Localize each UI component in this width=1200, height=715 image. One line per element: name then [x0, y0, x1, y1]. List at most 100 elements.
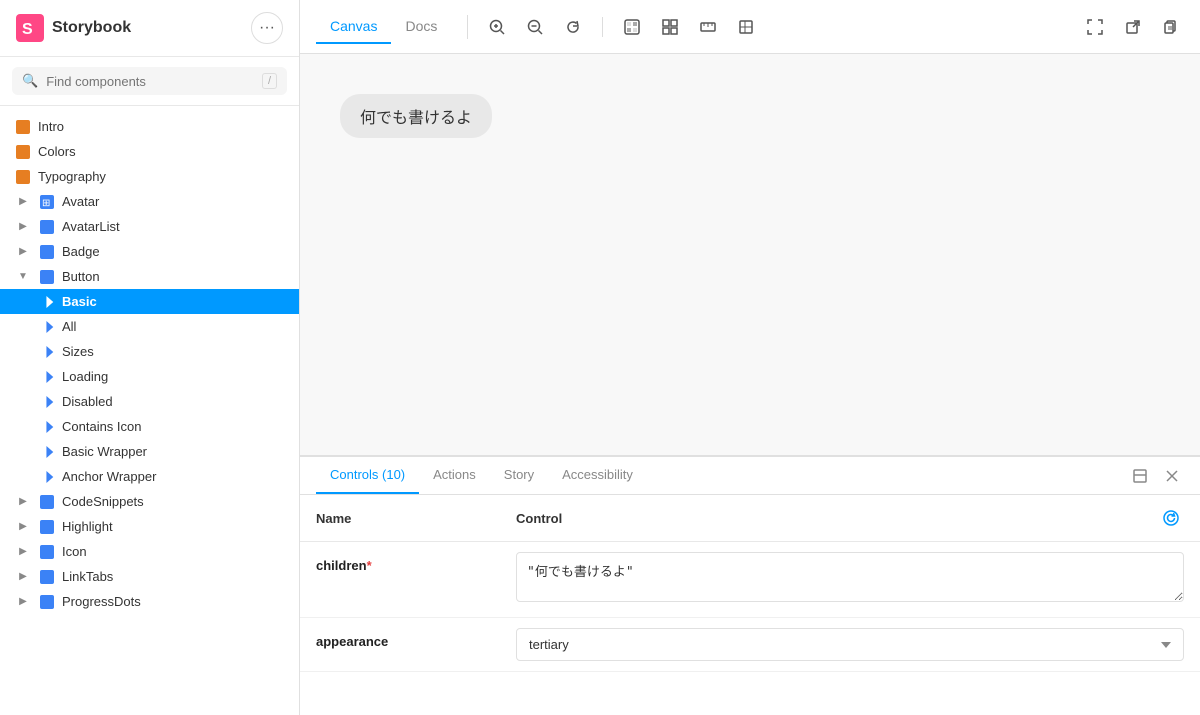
panel-tab-controls[interactable]: Controls (10) [316, 457, 419, 494]
sidebar-item-highlight[interactable]: ▶ Highlight [0, 514, 299, 539]
chevron-right-icon: ▶ [16, 595, 30, 609]
sidebar-item-button-anchor-wrapper[interactable]: Anchor Wrapper [0, 464, 299, 489]
background-button[interactable] [619, 14, 645, 40]
story-icon-basic-wrapper [44, 446, 54, 458]
control-value-appearance: primary secondary tertiary [516, 628, 1184, 661]
chevron-right-icon: ▶ [16, 545, 30, 559]
reset-all-button[interactable] [1158, 505, 1184, 531]
grid-button[interactable] [657, 14, 683, 40]
chevron-right-icon: ▶ [16, 195, 30, 209]
document-icon [16, 120, 30, 134]
sidebar-item-colors-label: Colors [38, 144, 283, 159]
sidebar-item-icon-label: Icon [62, 544, 283, 559]
tab-canvas[interactable]: Canvas [316, 10, 391, 44]
sidebar-item-button-contains-icon[interactable]: Contains Icon [0, 414, 299, 439]
sidebar-item-button-anchor-wrapper-label: Anchor Wrapper [62, 469, 283, 484]
fullscreen-button[interactable] [1082, 14, 1108, 40]
sidebar-item-colors[interactable]: Colors [0, 139, 299, 164]
control-row-children: children* "何でも書けるよ" [300, 542, 1200, 618]
chevron-right-icon: ▶ [16, 245, 30, 259]
refresh-icon [1162, 509, 1180, 527]
required-star: * [367, 558, 372, 573]
story-icon-disabled [44, 396, 54, 408]
copy-link-button[interactable] [1158, 14, 1184, 40]
zoom-in-button[interactable] [484, 14, 510, 40]
open-external-icon [1124, 18, 1142, 36]
children-textarea[interactable]: "何でも書けるよ" [516, 552, 1184, 602]
sidebar-item-button[interactable]: ▼ Button [0, 264, 299, 289]
sidebar-item-button-sizes-label: Sizes [62, 344, 283, 359]
sidebar-item-avatar[interactable]: ▶ ⊞ Avatar [0, 189, 299, 214]
search-shortcut: / [262, 73, 277, 89]
app-name: Storybook [52, 19, 131, 37]
story-icon-basic [44, 296, 54, 308]
fullscreen-icon [1086, 18, 1104, 36]
panel-close-button[interactable] [1160, 464, 1184, 488]
sidebar-item-progressdots[interactable]: ▶ ProgressDots [0, 589, 299, 614]
toolbar-right [1082, 14, 1184, 40]
control-name-children: children* [316, 552, 516, 573]
sidebar-item-highlight-label: Highlight [62, 519, 283, 534]
canvas-area: 何でも書けるよ [300, 54, 1200, 455]
sidebar-item-avatarlist[interactable]: ▶ AvatarList [0, 214, 299, 239]
sidebar-item-codesnippets[interactable]: ▶ CodeSnippets [0, 489, 299, 514]
measure-icon [699, 18, 717, 36]
nav-list: Intro Colors Typography ▶ ⊞ Avatar ▶ Ava… [0, 106, 299, 715]
logo-area: S Storybook [16, 14, 131, 42]
controls-table: Name Control children* [300, 495, 1200, 715]
panel-actions [1128, 464, 1184, 488]
sidebar-item-button-basic[interactable]: Basic [0, 289, 299, 314]
measure-button[interactable] [695, 14, 721, 40]
search-icon: 🔍 [22, 73, 38, 89]
sidebar-item-button-all[interactable]: All [0, 314, 299, 339]
background-icon [623, 18, 641, 36]
preview-button[interactable]: 何でも書けるよ [340, 94, 492, 138]
controls-col-name: Name [316, 511, 516, 526]
sidebar-item-button-disabled-label: Disabled [62, 394, 283, 409]
appearance-select[interactable]: primary secondary tertiary [516, 628, 1184, 661]
component-icon-progressdots [40, 595, 54, 609]
story-icon-anchor-wrapper [44, 471, 54, 483]
tab-docs[interactable]: Docs [391, 10, 451, 44]
sidebar-item-intro[interactable]: Intro [0, 114, 299, 139]
story-icon-all [44, 321, 54, 333]
sidebar-item-button-loading[interactable]: Loading [0, 364, 299, 389]
document-icon-colors [16, 145, 30, 159]
sidebar-item-linktabs[interactable]: ▶ LinkTabs [0, 564, 299, 589]
svg-text:⊞: ⊞ [42, 198, 50, 209]
tools-sep [602, 17, 603, 37]
search-input[interactable] [46, 74, 254, 89]
reset-icon [564, 18, 582, 36]
controls-col-reset [1144, 505, 1184, 531]
zoom-out-button[interactable] [522, 14, 548, 40]
sidebar-item-button-basic-label: Basic [62, 294, 283, 309]
open-in-new-button[interactable] [1120, 14, 1146, 40]
panel-expand-button[interactable] [1128, 464, 1152, 488]
sidebar-item-button-contains-icon-label: Contains Icon [62, 419, 283, 434]
sidebar-item-codesnippets-label: CodeSnippets [62, 494, 283, 509]
toolbar-separator [467, 15, 468, 39]
zoom-in-icon [488, 18, 506, 36]
viewport-button[interactable] [733, 14, 759, 40]
sidebar-item-button-basic-wrapper[interactable]: Basic Wrapper [0, 439, 299, 464]
more-options-button[interactable]: ··· [251, 12, 283, 44]
control-value-children: "何でも書けるよ" [516, 552, 1184, 607]
panel-tab-accessibility[interactable]: Accessibility [548, 457, 647, 494]
reset-zoom-button[interactable] [560, 14, 586, 40]
component-icon-highlight [40, 520, 54, 534]
panel-tabs: Controls (10) Actions Story Accessibilit… [300, 457, 1200, 495]
panel-tab-story[interactable]: Story [490, 457, 548, 494]
sidebar-item-progressdots-label: ProgressDots [62, 594, 283, 609]
sidebar-item-button-disabled[interactable]: Disabled [0, 389, 299, 414]
sidebar-item-typography[interactable]: Typography [0, 164, 299, 189]
search-area: 🔍 / [0, 57, 299, 106]
sidebar-header: S Storybook ··· [0, 0, 299, 57]
panel-tab-actions[interactable]: Actions [419, 457, 490, 494]
sidebar-item-button-sizes[interactable]: Sizes [0, 339, 299, 364]
controls-header: Name Control [300, 495, 1200, 542]
sidebar-item-linktabs-label: LinkTabs [62, 569, 283, 584]
sidebar-item-badge[interactable]: ▶ Badge [0, 239, 299, 264]
sidebar-item-icon[interactable]: ▶ Icon [0, 539, 299, 564]
close-icon [1164, 468, 1180, 484]
chevron-right-icon: ▶ [16, 495, 30, 509]
